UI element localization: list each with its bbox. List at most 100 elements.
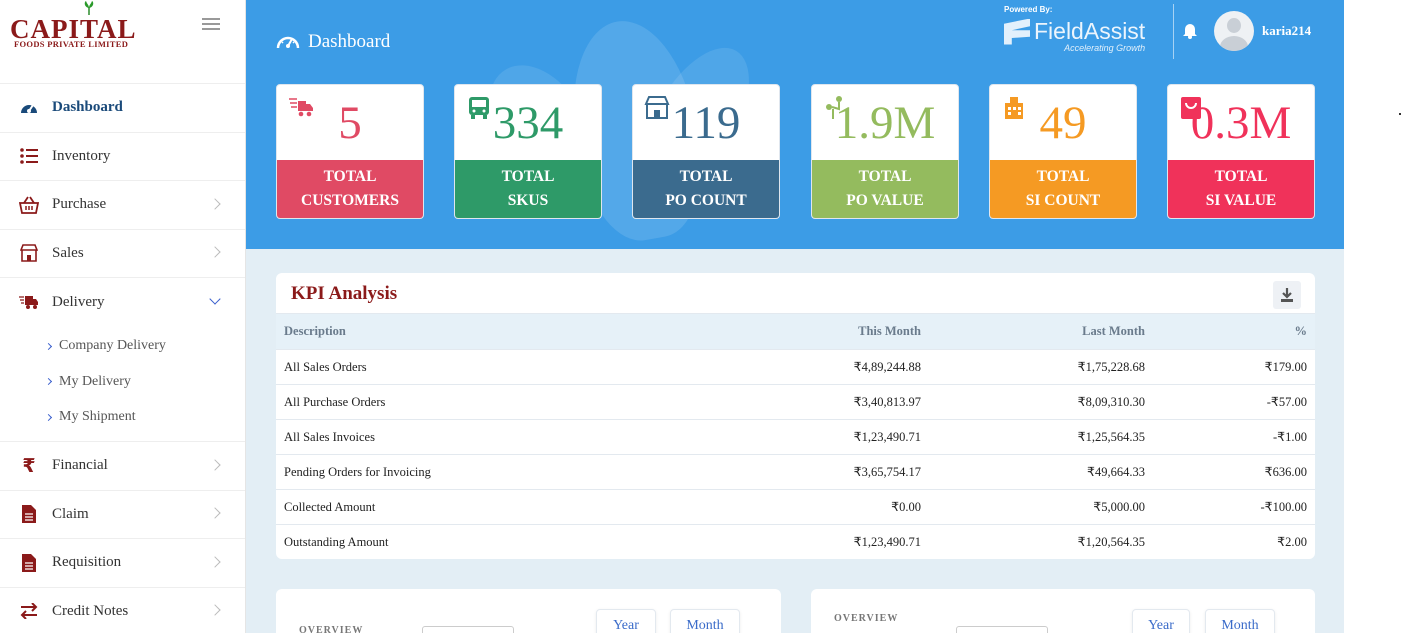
chevron-right-icon: [209, 198, 221, 210]
kpi-title: KPI Analysis: [291, 283, 398, 304]
kpi-analysis-panel: KPI Analysis Description This Month Last…: [276, 273, 1315, 559]
stat-card-skus[interactable]: 334 TOTAL SKUS: [454, 84, 602, 219]
stat-label-line2: SI COUNT: [1025, 192, 1101, 209]
stat-card-customers[interactable]: 5 TOTAL CUSTOMERS: [276, 84, 424, 219]
stat-label: TOTAL SI VALUE: [1168, 160, 1314, 218]
stat-card-po-count[interactable]: 119 TOTAL PO COUNT: [632, 84, 780, 219]
stat-value: 119: [671, 97, 741, 149]
sidebar-item-delivery[interactable]: Delivery: [0, 278, 245, 327]
stat-label-line2: SI VALUE: [1205, 192, 1277, 209]
column-header: Last Month: [929, 313, 1153, 350]
stat-label-line2: PO VALUE: [846, 192, 924, 209]
basket-icon: [19, 195, 39, 215]
document-icon: [19, 504, 39, 524]
stat-label-line1: TOTAL: [1036, 168, 1090, 185]
sidebar-item-label: Claim: [52, 505, 89, 522]
sidebar-item-claim[interactable]: Claim: [0, 491, 245, 539]
year-button[interactable]: Year: [1132, 609, 1190, 633]
table-cell: ₹3,65,754.17: [726, 454, 929, 490]
powered-by-label: Powered By:: [1004, 5, 1053, 14]
submenu-item-my-delivery[interactable]: My Delivery: [0, 364, 245, 400]
stat-label: TOTAL SI COUNT: [990, 160, 1136, 218]
stat-card-po-value[interactable]: 1.9M TOTAL PO VALUE: [811, 84, 959, 219]
overview-select[interactable]: [422, 626, 514, 633]
stat-label-line2: PO COUNT: [665, 192, 747, 209]
stray-dot: [1399, 113, 1401, 115]
sidebar-item-purchase[interactable]: Purchase: [0, 181, 245, 230]
overview-label: OVERVIEW: [299, 625, 364, 633]
overview-panel-right: OVERVIEW Year Month: [811, 589, 1315, 633]
stat-value: 0.3M: [1190, 97, 1292, 149]
stat-label-line2: SKUS: [507, 192, 549, 209]
stat-value: 49: [1039, 97, 1087, 149]
table-cell: -₹57.00: [1153, 384, 1315, 420]
submenu-item-my-shipment[interactable]: My Shipment: [0, 400, 245, 436]
sidebar-item-dashboard[interactable]: Dashboard: [0, 84, 245, 133]
chevron-down-icon: [209, 293, 221, 305]
table-cell: ₹2.00: [1153, 524, 1315, 559]
submenu-item-label: Company Delivery: [59, 338, 166, 354]
table-row: Pending Orders for Invoicing ₹3,65,754.17…: [276, 454, 1315, 490]
table-cell: ₹4,89,244.88: [726, 349, 929, 385]
list-icon: [19, 146, 39, 166]
submenu-item-company-delivery[interactable]: Company Delivery: [0, 329, 245, 365]
table-cell: All Sales Orders: [276, 349, 726, 385]
sidebar-item-label: Credit Notes: [52, 602, 129, 619]
sidebar: CAPITAL FOODS PRIVATE LIMITED Dashboard …: [0, 0, 246, 633]
sidebar-item-financial[interactable]: ₹ Financial: [0, 442, 245, 491]
stat-value: 334: [492, 97, 564, 149]
table-cell: All Sales Invoices: [276, 419, 726, 455]
sidebar-item-inventory[interactable]: Inventory: [0, 133, 245, 181]
chevron-right-icon: [209, 556, 221, 568]
kpi-table: Description This Month Last Month % All …: [276, 313, 1315, 559]
table-cell: ₹1,23,490.71: [726, 524, 929, 559]
sidebar-item-requisition[interactable]: Requisition: [0, 539, 245, 588]
sidebar-item-credit-notes[interactable]: Credit Notes: [0, 588, 245, 633]
table-cell: ₹3,40,813.97: [726, 384, 929, 420]
sidebar-item-label: Requisition: [52, 554, 122, 571]
stat-label-line2: CUSTOMERS: [301, 192, 399, 209]
table-cell: All Purchase Orders: [276, 384, 726, 420]
table-cell: -₹1.00: [1153, 419, 1315, 455]
column-header: This Month: [726, 313, 929, 350]
stat-card-si-value[interactable]: 0.3M TOTAL SI VALUE: [1167, 84, 1315, 219]
gauge-icon: [276, 36, 300, 49]
table-cell: ₹1,23,490.71: [726, 419, 929, 455]
sidebar-item-sales[interactable]: Sales: [0, 230, 245, 278]
sidebar-item-label: Financial: [52, 457, 108, 474]
month-button[interactable]: Month: [670, 609, 740, 633]
chevron-right-icon: [209, 507, 221, 519]
overview-panel-left: OVERVIEW Year Month: [276, 589, 781, 633]
bell-icon[interactable]: [1182, 21, 1198, 39]
table-cell: ₹1,20,564.35: [929, 524, 1153, 559]
table-cell: ₹0.00: [726, 489, 929, 525]
header-divider: [1173, 4, 1174, 59]
month-button[interactable]: Month: [1205, 609, 1275, 633]
submenu-item-label: My Shipment: [59, 409, 136, 425]
stat-label: TOTAL CUSTOMERS: [277, 160, 423, 218]
table-cell: ₹636.00: [1153, 454, 1315, 490]
chevron-right-icon: [44, 342, 53, 350]
gauge-icon: [19, 98, 39, 118]
submenu-item-label: My Delivery: [59, 373, 131, 389]
chevron-right-icon: [209, 246, 221, 258]
table-cell: ₹8,09,310.30: [929, 384, 1153, 420]
table-row: All Sales Invoices ₹1,23,490.71 ₹1,25,564.…: [276, 419, 1315, 455]
stat-card-si-count[interactable]: 49 TOTAL SI COUNT: [989, 84, 1137, 219]
overview-label: OVERVIEW: [834, 613, 899, 624]
chevron-right-icon: [44, 378, 53, 386]
chevron-right-icon: [209, 604, 221, 616]
overview-select[interactable]: [956, 626, 1048, 633]
table-row: Collected Amount ₹0.00 ₹5,000.00 -₹100.00: [276, 489, 1315, 525]
username[interactable]: karia214: [1262, 23, 1311, 39]
table-cell: ₹1,25,564.35: [929, 419, 1153, 455]
exchange-icon: [19, 601, 39, 621]
stat-label: TOTAL PO COUNT: [633, 160, 779, 218]
menu-toggle-icon[interactable]: [202, 18, 220, 32]
table-cell: ₹1,75,228.68: [929, 349, 1153, 385]
download-button[interactable]: [1273, 281, 1301, 309]
delivery-submenu: Company Delivery My Delivery My Shipment: [0, 327, 245, 442]
table-cell: ₹5,000.00: [929, 489, 1153, 525]
avatar[interactable]: [1214, 11, 1254, 51]
year-button[interactable]: Year: [596, 609, 656, 633]
